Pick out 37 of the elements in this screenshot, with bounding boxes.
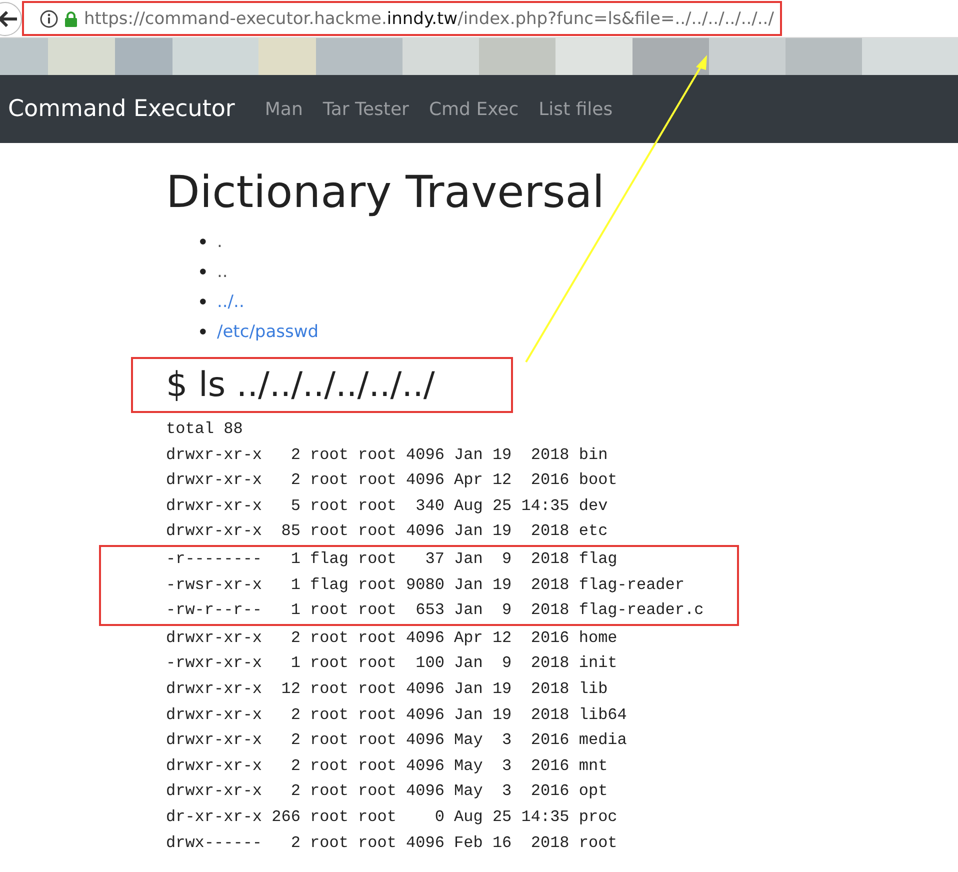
path-link[interactable]: . xyxy=(217,232,222,252)
listing-line: drwxr-xr-x 12 root root 4096 Jan 19 2018 lib xyxy=(166,678,609,700)
path-link[interactable]: /etc/passwd xyxy=(217,322,319,342)
listing-line: -rw-r--r-- 1 root root 653 Jan 9 2018 flag-reader.c xyxy=(166,600,705,622)
listing-line: drwxr-xr-x 2 root root 4096 May 3 2016 mnt xyxy=(166,756,609,777)
nav-link[interactable]: List files xyxy=(538,98,613,120)
nav-link[interactable]: Man xyxy=(264,98,303,120)
lock-icon xyxy=(64,10,78,26)
listing-line: total 88 xyxy=(166,419,244,440)
command-heading: $ ls ../../../../../../ xyxy=(166,365,435,405)
back-arrow-icon xyxy=(0,10,17,26)
address-bar[interactable]: https://command-executor.hackme.inndy.tw/index.php?func=ls&file=../../../../../../ xyxy=(22,1,782,36)
list-bullet: • xyxy=(197,319,210,346)
info-icon xyxy=(40,10,58,28)
listing-line: drwxr-xr-x 2 root root 4096 Jan 19 2018 bin xyxy=(166,444,609,466)
listing-line: drwxr-xr-x 2 root root 4096 Jan 19 2018 lib64 xyxy=(166,704,628,726)
list-bullet: • xyxy=(197,289,210,316)
path-link[interactable]: ../.. xyxy=(217,292,244,312)
listing-line: drwxr-xr-x 2 root root 4096 Apr 12 2016 boot xyxy=(166,470,618,492)
listing-line: -rwxr-xr-x 1 root root 100 Jan 9 2018 init xyxy=(166,653,618,674)
listing-line: drwxr-xr-x 2 root root 4096 Apr 12 2016 home xyxy=(166,628,618,649)
listing-line: drwxr-xr-x 2 root root 4096 May 3 2016 media xyxy=(166,730,628,752)
listing-line: dr-xr-xr-x 266 root root 0 Aug 25 14:35 proc xyxy=(166,806,618,828)
url-text: https://command-executor.hackme.inndy.tw/index.php?func=ls&file=../../../../../../ xyxy=(84,8,774,28)
path-link[interactable]: .. xyxy=(217,262,228,282)
nav-link[interactable]: Cmd Exec xyxy=(428,98,519,120)
listing-line: -r-------- 1 flag root 37 Jan 9 2018 flag xyxy=(166,548,618,570)
listing-line: drwxr-xr-x 2 root root 4096 May 3 2016 opt xyxy=(166,781,609,802)
brand-link[interactable]: Command Executor xyxy=(8,96,235,122)
listing-line: drwx------ 2 root root 4096 Feb 16 2018 root xyxy=(166,832,618,854)
nav-link[interactable]: Tar Tester xyxy=(322,98,409,120)
listing-line: drwxr-xr-x 5 root root 340 Aug 25 14:35 dev xyxy=(166,496,609,517)
listing-line: drwxr-xr-x 85 root root 4096 Jan 19 2018 etc xyxy=(166,521,609,542)
listing-line: -rwsr-xr-x 1 flag root 9080 Jan 19 2018 flag-reader xyxy=(166,574,686,596)
page-heading: Dictionary Traversal xyxy=(166,167,606,219)
list-bullet: • xyxy=(197,229,210,256)
list-bullet: • xyxy=(197,259,210,286)
